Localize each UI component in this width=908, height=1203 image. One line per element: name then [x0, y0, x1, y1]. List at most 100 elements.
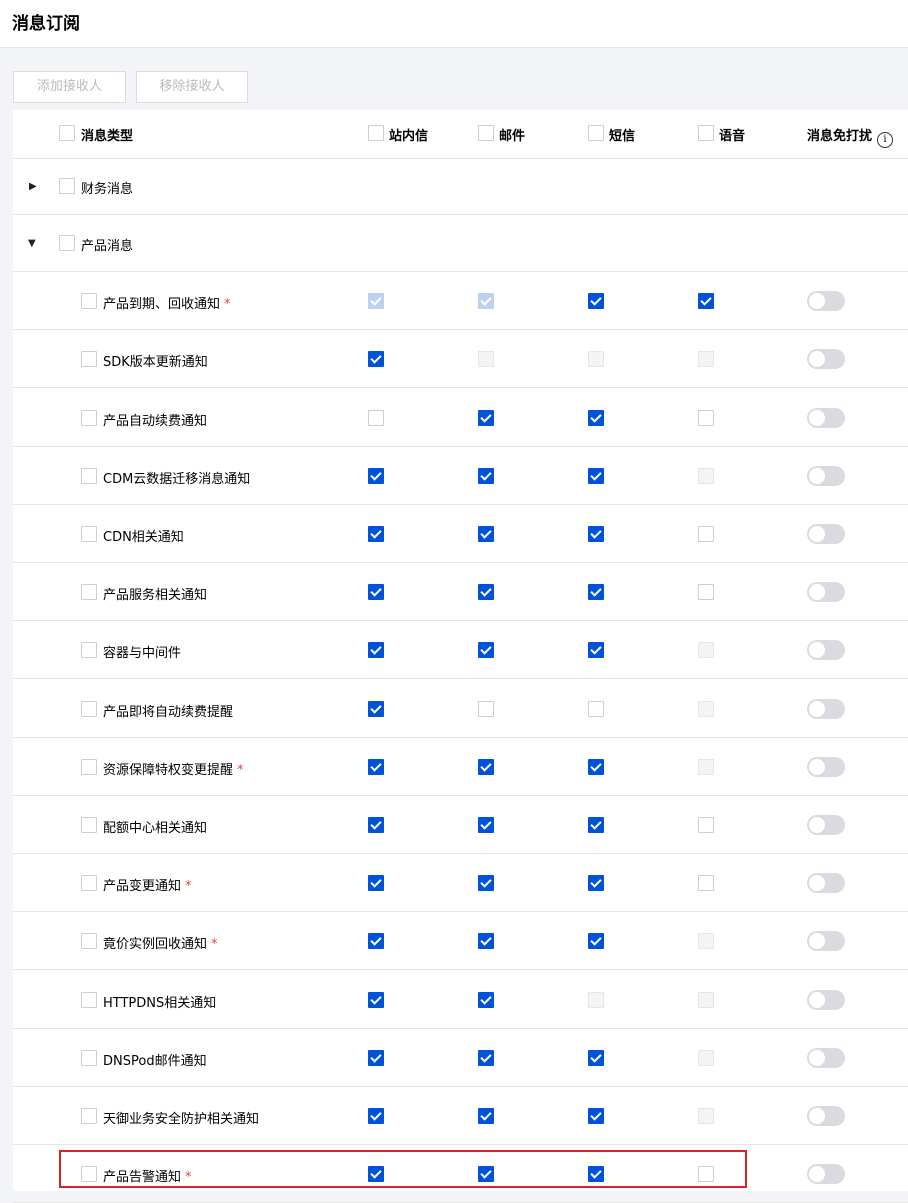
sms-checkbox[interactable]: [588, 410, 604, 426]
site-checkbox[interactable]: [368, 817, 384, 833]
site-checkbox[interactable]: [368, 642, 384, 658]
row-checkbox[interactable]: [81, 817, 97, 833]
dnd-toggle[interactable]: [807, 873, 845, 893]
dnd-toggle[interactable]: [807, 990, 845, 1010]
row-checkbox[interactable]: [81, 701, 97, 717]
sms-checkbox[interactable]: [588, 468, 604, 484]
mail-checkbox[interactable]: [478, 642, 494, 658]
site-checkbox[interactable]: [368, 468, 384, 484]
sms-checkbox[interactable]: [588, 642, 604, 658]
group-checkbox[interactable]: [59, 178, 75, 194]
dnd-toggle[interactable]: [807, 1048, 845, 1068]
message-type-text: 竟价实例回收通知: [103, 937, 208, 952]
row-checkbox[interactable]: [81, 992, 97, 1008]
row-checkbox[interactable]: [81, 410, 97, 426]
voice-all-checkbox[interactable]: [698, 125, 714, 141]
site-checkbox[interactable]: [368, 1050, 384, 1066]
site-checkbox[interactable]: [368, 526, 384, 542]
site-checkbox[interactable]: [368, 933, 384, 949]
dnd-toggle[interactable]: [807, 815, 845, 835]
sms-checkbox[interactable]: [588, 584, 604, 600]
mail-checkbox[interactable]: [478, 701, 494, 717]
row-checkbox[interactable]: [81, 642, 97, 658]
dnd-toggle[interactable]: [807, 524, 845, 544]
site-checkbox[interactable]: [368, 875, 384, 891]
row-checkbox[interactable]: [81, 933, 97, 949]
remove-recipient-button[interactable]: 移除接收人: [136, 71, 248, 103]
message-type-label: 产品即将自动续费提醒: [103, 701, 233, 720]
mail-checkbox[interactable]: [478, 1050, 494, 1066]
voice-checkbox: [698, 468, 714, 484]
mail-checkbox[interactable]: [478, 526, 494, 542]
voice-checkbox[interactable]: [698, 526, 714, 542]
voice-checkbox[interactable]: [698, 817, 714, 833]
mail-checkbox[interactable]: [478, 759, 494, 775]
message-type-label: 容器与中间件: [103, 642, 181, 661]
row-checkbox[interactable]: [81, 1050, 97, 1066]
mail-checkbox[interactable]: [478, 933, 494, 949]
sms-checkbox[interactable]: [588, 933, 604, 949]
voice-checkbox[interactable]: [698, 875, 714, 891]
dnd-toggle[interactable]: [807, 291, 845, 311]
row-checkbox[interactable]: [81, 759, 97, 775]
dnd-toggle[interactable]: [807, 1106, 845, 1126]
select-all-checkbox[interactable]: [59, 125, 75, 141]
mail-checkbox[interactable]: [478, 817, 494, 833]
site-checkbox[interactable]: [368, 759, 384, 775]
row-checkbox[interactable]: [81, 1108, 97, 1124]
highlight-box: [59, 1150, 747, 1188]
row-checkbox[interactable]: [81, 351, 97, 367]
row-checkbox[interactable]: [81, 526, 97, 542]
dnd-toggle[interactable]: [807, 931, 845, 951]
dnd-toggle[interactable]: [807, 349, 845, 369]
dnd-toggle[interactable]: [807, 640, 845, 660]
sms-checkbox[interactable]: [588, 817, 604, 833]
dnd-toggle[interactable]: [807, 699, 845, 719]
info-icon[interactable]: i: [877, 132, 894, 148]
dnd-toggle[interactable]: [807, 466, 845, 486]
group-checkbox[interactable]: [59, 235, 75, 251]
dnd-toggle[interactable]: [807, 582, 845, 602]
site-checkbox[interactable]: [368, 701, 384, 717]
add-recipient-button[interactable]: 添加接收人: [13, 71, 126, 103]
sms-checkbox[interactable]: [588, 526, 604, 542]
site-all-checkbox[interactable]: [368, 125, 384, 141]
dnd-toggle[interactable]: [807, 408, 845, 428]
mail-checkbox[interactable]: [478, 410, 494, 426]
mail-all-checkbox[interactable]: [478, 125, 494, 141]
header-site: 站内信: [389, 129, 429, 144]
table-row: 资源保障特权变更提醒 *: [13, 738, 908, 796]
row-checkbox[interactable]: [81, 584, 97, 600]
voice-checkbox: [698, 351, 714, 367]
mail-checkbox[interactable]: [478, 1108, 494, 1124]
voice-checkbox[interactable]: [698, 293, 714, 309]
site-checkbox[interactable]: [368, 992, 384, 1008]
voice-checkbox[interactable]: [698, 410, 714, 426]
sms-checkbox[interactable]: [588, 293, 604, 309]
site-checkbox[interactable]: [368, 351, 384, 367]
sms-checkbox[interactable]: [588, 1108, 604, 1124]
dnd-toggle[interactable]: [807, 757, 845, 777]
mail-checkbox[interactable]: [478, 584, 494, 600]
sms-all-checkbox[interactable]: [588, 125, 604, 141]
row-checkbox[interactable]: [81, 875, 97, 891]
mail-checkbox[interactable]: [478, 992, 494, 1008]
sms-checkbox[interactable]: [588, 875, 604, 891]
row-checkbox[interactable]: [81, 468, 97, 484]
sms-checkbox[interactable]: [588, 759, 604, 775]
message-type-label: 资源保障特权变更提醒 *: [103, 759, 244, 778]
site-checkbox[interactable]: [368, 410, 384, 426]
mail-checkbox[interactable]: [478, 468, 494, 484]
collapse-arrow-icon[interactable]: ▼: [28, 238, 36, 249]
voice-checkbox: [698, 992, 714, 1008]
site-checkbox[interactable]: [368, 1108, 384, 1124]
dnd-toggle[interactable]: [807, 1164, 845, 1184]
mail-checkbox[interactable]: [478, 875, 494, 891]
voice-checkbox: [698, 759, 714, 775]
voice-checkbox[interactable]: [698, 584, 714, 600]
sms-checkbox[interactable]: [588, 701, 604, 717]
site-checkbox[interactable]: [368, 584, 384, 600]
row-checkbox[interactable]: [81, 293, 97, 309]
sms-checkbox[interactable]: [588, 1050, 604, 1066]
expand-arrow-icon[interactable]: ▶: [29, 181, 37, 192]
